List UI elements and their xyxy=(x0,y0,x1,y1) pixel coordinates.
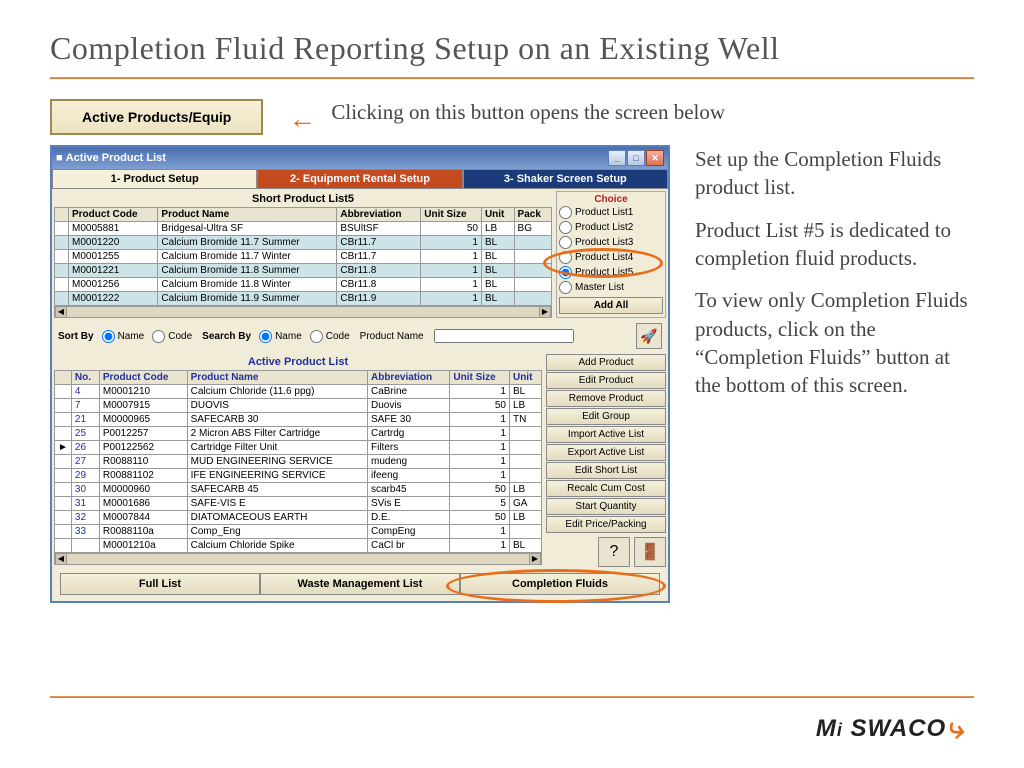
active-product-list-table[interactable]: No.Product CodeProduct NameAbbreviationU… xyxy=(54,370,542,553)
table-row[interactable]: M0001221Calcium Bromide 11.8 SummerCBr11… xyxy=(55,264,552,278)
caption-text: Clicking on this button opens the screen… xyxy=(331,99,725,126)
sort-code-radio[interactable]: Code xyxy=(152,329,192,344)
side-button-panel: Add ProductEdit ProductRemove ProductEdi… xyxy=(546,354,666,567)
window-icon: ■ xyxy=(56,152,63,164)
search-by-group: Search By Name Code xyxy=(202,329,350,344)
rocket-icon[interactable]: 🚀 xyxy=(636,323,662,349)
table-row[interactable]: M0005881Bridgesal-Ultra SFBSUltSF50LBBG xyxy=(55,222,552,236)
side-button[interactable]: Recalc Cum Cost xyxy=(546,480,666,497)
table-row[interactable]: 25P00122572 Micron ABS Filter CartridgeC… xyxy=(55,427,542,441)
table-row[interactable]: 21M0000965SAFECARB 30SAFE 301TN xyxy=(55,413,542,427)
product-name-input[interactable] xyxy=(434,329,574,343)
active-product-list-window: ■ Active Product List _ □ ✕ 1- Product S… xyxy=(50,145,670,603)
side-button[interactable]: Export Active List xyxy=(546,444,666,461)
short-product-list-table[interactable]: Product CodeProduct NameAbbreviationUnit… xyxy=(54,207,552,306)
search-name-radio[interactable]: Name xyxy=(259,329,302,344)
side-button[interactable]: Start Quantity xyxy=(546,498,666,515)
full-list-button[interactable]: Full List xyxy=(60,573,260,595)
choice-option[interactable]: Product List1 xyxy=(559,205,663,220)
table-row[interactable]: ►26P00122562Cartridge Filter UnitFilters… xyxy=(55,441,542,455)
maximize-button[interactable]: □ xyxy=(627,150,645,166)
add-all-button[interactable]: Add All xyxy=(559,297,663,314)
table-row[interactable]: M0001256Calcium Bromide 11.8 WinterCBr11… xyxy=(55,278,552,292)
table-row[interactable]: 4M0001210Calcium Chloride (11.6 ppg)CaBr… xyxy=(55,385,542,399)
arrow-icon: ← xyxy=(288,103,316,135)
choice-option[interactable]: Product List5 xyxy=(559,265,663,280)
active-product-list-title: Active Product List xyxy=(54,354,542,370)
side-button[interactable]: Edit Price/Packing xyxy=(546,516,666,533)
table-row[interactable]: M0001222Calcium Bromide 11.9 SummerCBr11… xyxy=(55,292,552,306)
product-name-label: Product Name xyxy=(360,331,424,342)
choice-option[interactable]: Master List xyxy=(559,280,663,295)
window-titlebar: ■ Active Product List _ □ ✕ xyxy=(52,147,668,169)
active-products-button[interactable]: Active Products/Equip xyxy=(50,99,263,135)
search-code-radio[interactable]: Code xyxy=(310,329,350,344)
side-button[interactable]: Remove Product xyxy=(546,390,666,407)
minimize-button[interactable]: _ xyxy=(608,150,626,166)
completion-fluids-button[interactable]: Completion Fluids xyxy=(460,573,660,595)
side-button[interactable]: Edit Product xyxy=(546,372,666,389)
side-button[interactable]: Edit Group xyxy=(546,408,666,425)
table-row[interactable]: 7M0007915DUOVISDuovis50LB xyxy=(55,399,542,413)
table-row[interactable]: 30M0000960SAFECARB 45scarb4550LB xyxy=(55,483,542,497)
choice-option[interactable]: Product List2 xyxy=(559,220,663,235)
side-text: Set up the Completion Fluids product lis… xyxy=(695,145,974,414)
tab-equipment-rental[interactable]: 2- Equipment Rental Setup xyxy=(257,169,462,189)
table-row[interactable]: M0001210aCalcium Chloride SpikeCaCl br1B… xyxy=(55,539,542,553)
choice-option[interactable]: Product List3 xyxy=(559,235,663,250)
close-button[interactable]: ✕ xyxy=(646,150,664,166)
tab-shaker-screen[interactable]: 3- Shaker Screen Setup xyxy=(463,169,668,189)
side-button[interactable]: Import Active List xyxy=(546,426,666,443)
short-product-list-title: Short Product List5 xyxy=(54,191,552,207)
sort-name-radio[interactable]: Name xyxy=(102,329,145,344)
tab-product-setup[interactable]: 1- Product Setup xyxy=(52,169,257,189)
table-row[interactable]: 29R00881102IFE ENGINEERING SERVICEifeeng… xyxy=(55,469,542,483)
table-row[interactable]: 31M0001686SAFE-VIS ESVis E5GA xyxy=(55,497,542,511)
logo: Mi SWACO⤷ xyxy=(816,712,964,746)
choice-title: Choice xyxy=(559,194,663,205)
slide-title: Completion Fluid Reporting Setup on an E… xyxy=(0,0,1024,77)
side-button[interactable]: Add Product xyxy=(546,354,666,371)
sort-by-group: Sort By Name Code xyxy=(58,329,192,344)
table-row[interactable]: 33R0088110aComp_EngCompEng1 xyxy=(55,525,542,539)
help-icon[interactable]: ? xyxy=(598,537,630,567)
table-row[interactable]: M0001255Calcium Bromide 11.7 WinterCBr11… xyxy=(55,250,552,264)
exit-icon[interactable]: 🚪 xyxy=(634,537,666,567)
hscrollbar[interactable]: ◀▶ xyxy=(54,306,552,318)
hscrollbar-lower[interactable]: ◀▶ xyxy=(54,553,542,565)
table-row[interactable]: 32M0007844DIATOMACEOUS EARTHD.E.50LB xyxy=(55,511,542,525)
side-button[interactable]: Edit Short List xyxy=(546,462,666,479)
waste-management-button[interactable]: Waste Management List xyxy=(260,573,460,595)
window-title: Active Product List xyxy=(66,152,166,164)
footer-divider xyxy=(50,696,974,698)
choice-panel: Choice Product List1 Product List2 Produ… xyxy=(556,191,666,318)
table-row[interactable]: 27R0088110MUD ENGINEERING SERVICEmudeng1 xyxy=(55,455,542,469)
choice-option[interactable]: Product List4 xyxy=(559,250,663,265)
table-row[interactable]: M0001220Calcium Bromide 11.7 SummerCBr11… xyxy=(55,236,552,250)
